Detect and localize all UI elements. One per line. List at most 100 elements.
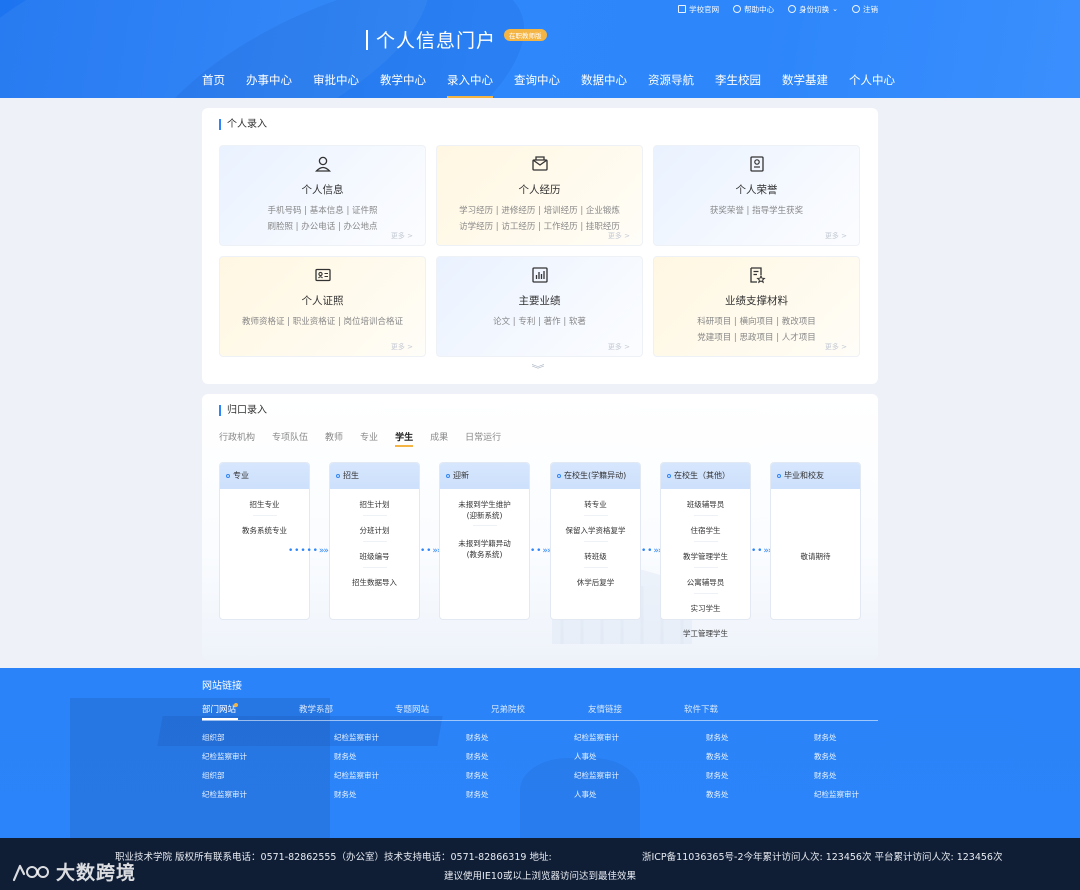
- flow-column-welcome: 迎新 未报到学生维护 (迎新系统) 未报到学籍异动 (教务系统): [439, 462, 530, 620]
- flow-item[interactable]: 招生计划: [330, 499, 419, 510]
- nav-infrastructure[interactable]: 数学基建: [782, 72, 828, 98]
- footer-link[interactable]: 人事处: [574, 789, 597, 800]
- footer-link[interactable]: 纪检监察审计: [574, 770, 619, 781]
- links-tab-friendly-links[interactable]: 友情链接: [588, 703, 622, 715]
- footer-link[interactable]: 财务处: [706, 770, 729, 781]
- flow-item[interactable]: 招生专业: [220, 499, 309, 510]
- footer-link[interactable]: 财务处: [334, 789, 357, 800]
- footer-link[interactable]: 财务处: [814, 732, 837, 743]
- footer-link[interactable]: 财务处: [466, 732, 489, 743]
- flow-item[interactable]: 休学后复学: [551, 577, 640, 588]
- more-link[interactable]: 更多 >: [391, 231, 413, 241]
- card-personal-experience[interactable]: 个人经历 学习经历 | 进修经历 | 培训经历 | 企业锻炼 访学经历 | 访工…: [436, 145, 643, 246]
- links-tab-faculties[interactable]: 教学系部: [299, 703, 333, 715]
- links-tab-downloads[interactable]: 软件下载: [684, 703, 718, 715]
- flow-item[interactable]: 教学管理学生: [661, 551, 750, 562]
- flow-item[interactable]: 实习学生: [661, 603, 750, 614]
- flow-item[interactable]: 分班计划: [330, 525, 419, 536]
- dot-icon: [777, 473, 781, 478]
- nav-approval[interactable]: 审批中心: [313, 72, 359, 98]
- item-divider: [584, 515, 608, 516]
- footer-link[interactable]: 财务处: [814, 770, 837, 781]
- tab-special-team[interactable]: 专项队伍: [272, 430, 308, 447]
- footer-link[interactable]: 纪检监察审计: [334, 770, 379, 781]
- footer-link[interactable]: 财务处: [334, 751, 357, 762]
- more-link[interactable]: 更多 >: [608, 231, 630, 241]
- flow-item[interactable]: 班级辅导员: [661, 499, 750, 510]
- footer-link[interactable]: 财务处: [466, 770, 489, 781]
- school-site-link[interactable]: 学校官网: [678, 4, 719, 15]
- footer-link[interactable]: 财务处: [706, 732, 729, 743]
- help-center-link[interactable]: 帮助中心: [733, 4, 774, 15]
- flow-item[interactable]: 未报到学籍异动 (教务系统): [440, 538, 529, 560]
- card-title: 个人证照: [301, 295, 344, 307]
- nav-resources[interactable]: 资源导航: [648, 72, 694, 98]
- footer-link[interactable]: 纪检监察审计: [202, 789, 247, 800]
- nav-data[interactable]: 数据中心: [581, 72, 627, 98]
- links-tab-sister-schools[interactable]: 兄弟院校: [491, 703, 525, 715]
- brand-divider: [366, 29, 368, 50]
- footer-link[interactable]: 纪检监察审计: [202, 751, 247, 762]
- footer-link[interactable]: 纪检监察审计: [334, 732, 379, 743]
- links-tab-topics[interactable]: 专题网站: [395, 703, 429, 715]
- card-personal-info[interactable]: 个人信息 手机号码 | 基本信息 | 证件照 刷脸照 | 办公电话 | 办公地点…: [219, 145, 426, 246]
- nav-campus[interactable]: 李生校园: [715, 72, 761, 98]
- footer-link[interactable]: 财务处: [466, 751, 489, 762]
- nav-service[interactable]: 办事中心: [246, 72, 292, 98]
- more-link[interactable]: 更多 >: [825, 231, 847, 241]
- tab-achievement[interactable]: 成果: [430, 430, 448, 447]
- flow-item[interactable]: 转班级: [551, 551, 640, 562]
- links-tab-departments[interactable]: 部门网站: [202, 703, 239, 720]
- flow-item[interactable]: 招生数据导入: [330, 577, 419, 588]
- item-divider: [694, 541, 718, 542]
- notification-dot-icon: [234, 703, 239, 707]
- flow-item[interactable]: 住宿学生: [661, 525, 750, 536]
- more-link[interactable]: 更多 >: [825, 342, 847, 352]
- header: 学校官网 帮助中心 身份切换 ⌄ 注销 个人信息门户 在职教师版 首页 办事中心…: [0, 0, 1080, 98]
- flow-item[interactable]: 转专业: [551, 499, 640, 510]
- item-divider: [253, 515, 277, 516]
- mail-icon: [531, 156, 548, 171]
- card-items: 教师资格证 | 职业资格证 | 岗位培训合格证: [241, 317, 404, 327]
- tab-teacher[interactable]: 教师: [325, 430, 343, 447]
- page-title: 个人信息门户: [376, 30, 497, 52]
- footer-link[interactable]: 纪检监察审计: [574, 732, 619, 743]
- copyright-text: 职业技术学院 版权所有联系电话：0571-82862555（办公室）技术支持电话…: [115, 852, 552, 863]
- card-personal-honor[interactable]: 个人荣誉 获奖荣誉 | 指导学生获奖 更多 >: [653, 145, 860, 246]
- footer-link[interactable]: 组织部: [202, 770, 225, 781]
- more-link[interactable]: 更多 >: [391, 342, 413, 352]
- footer-link[interactable]: 教务处: [814, 751, 837, 762]
- flow-item[interactable]: 保留入学资格复学: [551, 525, 640, 536]
- footer-link[interactable]: 组织部: [202, 732, 225, 743]
- expand-chevron-icon[interactable]: ︾: [532, 361, 545, 376]
- flow-item[interactable]: 班级编号: [330, 551, 419, 562]
- flow-item[interactable]: 未报到学生维护 (迎新系统): [440, 499, 529, 521]
- tab-student[interactable]: 学生: [395, 430, 414, 447]
- tab-admin-org[interactable]: 行政机构: [219, 430, 255, 447]
- dot-icon: [226, 473, 230, 478]
- nav-query[interactable]: 查询中心: [514, 72, 560, 98]
- card-main-achievements[interactable]: 主要业绩 论文 | 专利 | 著作 | 软著 更多 >: [436, 256, 643, 357]
- footer-link[interactable]: 人事处: [574, 751, 597, 762]
- card-personal-certificates[interactable]: 个人证照 教师资格证 | 职业资格证 | 岗位培训合格证 更多 >: [219, 256, 426, 357]
- flow-item[interactable]: 学工管理学生: [660, 628, 751, 639]
- flow-item[interactable]: 教务系统专业: [220, 525, 309, 536]
- more-link[interactable]: 更多 >: [608, 342, 630, 352]
- help-icon: [733, 5, 742, 13]
- footer-link[interactable]: 教务处: [706, 751, 729, 762]
- logout-link[interactable]: 注销: [852, 4, 878, 15]
- card-achievement-materials[interactable]: 业绩支撑材料 科研项目 | 横向项目 | 教改项目 党建项目 | 思政项目 | …: [653, 256, 860, 357]
- centralized-entry-panel: 归口录入 行政机构 专项队伍 教师 专业 学生 成果 日常运行 专业 招生专业 …: [202, 394, 878, 660]
- tab-major[interactable]: 专业: [360, 430, 378, 447]
- nav-home[interactable]: 首页: [202, 72, 225, 98]
- nav-personal-center[interactable]: 个人中心: [849, 72, 895, 98]
- identity-switch-dropdown[interactable]: 身份切换 ⌄: [788, 4, 838, 15]
- footer-link[interactable]: 财务处: [466, 789, 489, 800]
- tab-daily-operation[interactable]: 日常运行: [465, 430, 501, 447]
- flow-item[interactable]: 公寓辅导员: [661, 577, 750, 588]
- nav-teaching[interactable]: 教学中心: [380, 72, 426, 98]
- footer-link[interactable]: 教务处: [706, 789, 729, 800]
- card-items: 学习经历 | 进修经历 | 培训经历 | 企业锻炼: [459, 206, 620, 216]
- footer-link[interactable]: 纪检监察审计: [814, 789, 859, 800]
- nav-entry[interactable]: 录入中心: [447, 72, 493, 98]
